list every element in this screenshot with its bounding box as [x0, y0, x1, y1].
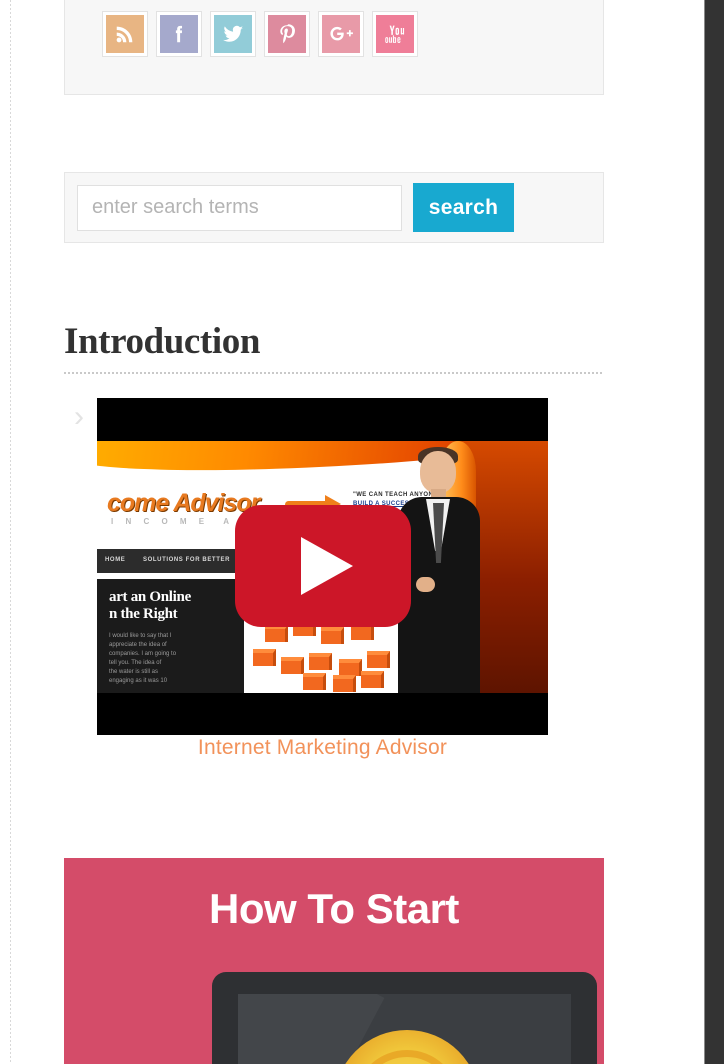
site-article-card: art an Online n the Right I would like to…	[97, 579, 244, 693]
youtube-icon[interactable]	[373, 12, 417, 56]
twitter-icon[interactable]	[211, 12, 255, 56]
video-caption: Internet Marketing Advisor	[197, 736, 448, 759]
tablet-graphic	[212, 972, 597, 1064]
tablet-screen	[238, 994, 571, 1064]
site-article-headline: art an Online n the Right	[109, 589, 191, 622]
google-plus-icon[interactable]	[319, 12, 363, 56]
pinterest-icon[interactable]	[265, 12, 309, 56]
facebook-icon[interactable]	[157, 12, 201, 56]
social-icon-row	[103, 12, 417, 56]
play-button[interactable]	[235, 505, 411, 627]
section-divider	[64, 372, 604, 374]
twitter-glyph	[223, 25, 243, 42]
page-content: search Introduction › come Advisor I N C…	[0, 0, 705, 1064]
browser-right-chrome	[705, 0, 724, 1064]
how-to-start-title: How To Start	[209, 885, 459, 932]
site-article-body: I would like to say that I appreciate th…	[109, 633, 177, 684]
rss-icon[interactable]	[103, 12, 147, 56]
search-widget: search	[64, 172, 604, 243]
search-input[interactable]	[77, 184, 402, 231]
google-plus-glyph	[329, 26, 353, 41]
how-to-start-banner[interactable]: How To Start	[64, 858, 604, 1064]
rss-glyph	[116, 26, 133, 43]
pinterest-glyph	[280, 24, 295, 44]
youtube-glyph	[385, 25, 405, 43]
video-thumbnail[interactable]: come Advisor I N C O M E A D V I S O R "…	[97, 398, 548, 735]
page-root: search Introduction › come Advisor I N C…	[0, 0, 724, 1064]
social-follow-widget	[64, 0, 604, 95]
site-logo-text: come Advisor	[107, 489, 260, 517]
facebook-glyph	[175, 25, 183, 43]
search-button[interactable]: search	[413, 183, 514, 232]
gold-coin-icon	[334, 1030, 480, 1064]
page-title: Introduction	[64, 321, 261, 362]
